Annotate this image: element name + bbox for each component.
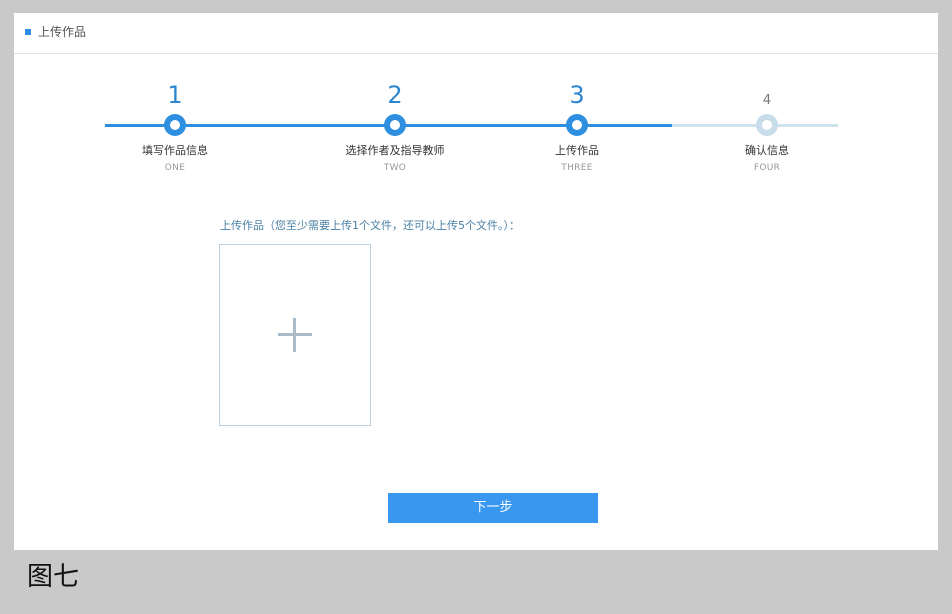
step-sublabel: ONE xyxy=(164,163,186,173)
step-sublabel: TWO xyxy=(383,163,407,173)
upload-hint: 上传作品（您至少需要上传1个文件，还可以上传5个文件。）： xyxy=(220,219,520,232)
upload-panel: 上传作品 1 填写作品信息 ONE 2 选择作者及指导教师 TWO 3 上传作品… xyxy=(14,13,938,550)
step-3: 3 上传作品 THREE xyxy=(477,13,677,183)
step-label: 确认信息 xyxy=(745,144,789,157)
step-4: 4 确认信息 FOUR xyxy=(667,13,867,183)
step-number: 2 xyxy=(387,81,403,109)
add-file-button[interactable] xyxy=(219,244,371,426)
step-label: 填写作品信息 xyxy=(142,144,208,157)
next-step-button[interactable]: 下一步 xyxy=(388,493,598,523)
step-number: 1 xyxy=(167,81,183,109)
step-number: 4 xyxy=(762,93,772,108)
header-square-icon xyxy=(25,29,31,35)
step-number: 3 xyxy=(569,81,585,109)
plus-icon-stroke xyxy=(293,318,296,352)
step-sublabel: FOUR xyxy=(753,163,781,173)
step-dot-icon xyxy=(384,114,406,136)
step-label: 上传作品 xyxy=(555,144,599,157)
step-1: 1 填写作品信息 ONE xyxy=(75,13,275,183)
figure-caption: 图七 xyxy=(27,562,80,592)
step-dot-icon xyxy=(756,114,778,136)
step-label: 选择作者及指导教师 xyxy=(345,144,445,157)
step-sublabel: THREE xyxy=(561,163,593,173)
step-2: 2 选择作者及指导教师 TWO xyxy=(295,13,495,183)
step-dot-icon xyxy=(164,114,186,136)
step-dot-icon xyxy=(566,114,588,136)
